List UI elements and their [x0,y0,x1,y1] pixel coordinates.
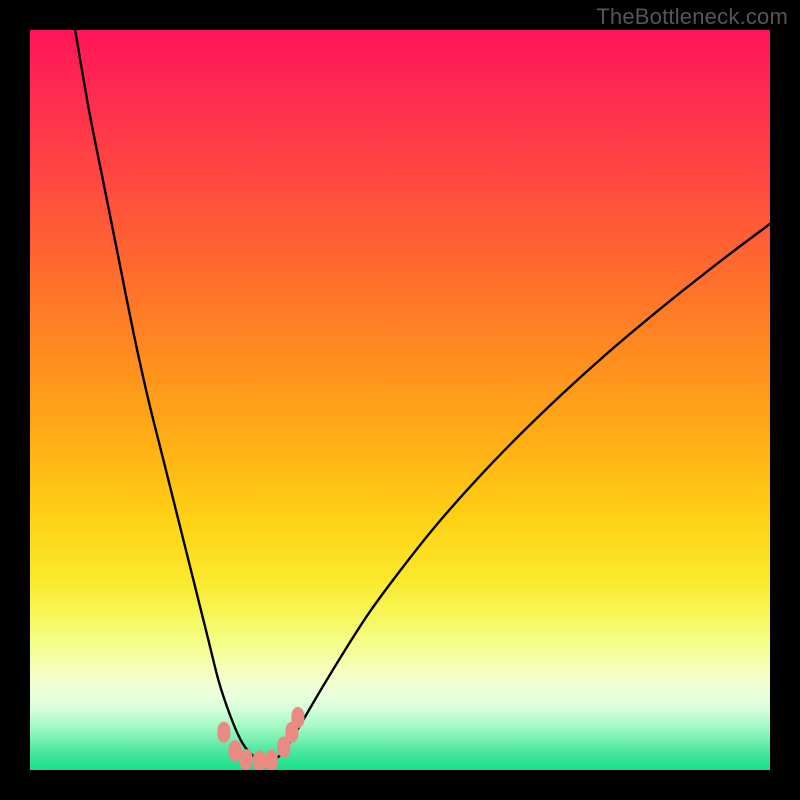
marker-group [217,707,304,770]
curve-markers [30,30,770,770]
plot-area [30,30,770,770]
curve-marker [228,740,241,761]
curve-marker [265,750,278,770]
chart-frame: TheBottleneck.com [0,0,800,800]
curve-marker [253,751,266,770]
watermark-text: TheBottleneck.com [596,4,788,30]
curve-marker [291,707,304,728]
curve-marker [217,722,230,743]
curve-marker [240,749,253,770]
